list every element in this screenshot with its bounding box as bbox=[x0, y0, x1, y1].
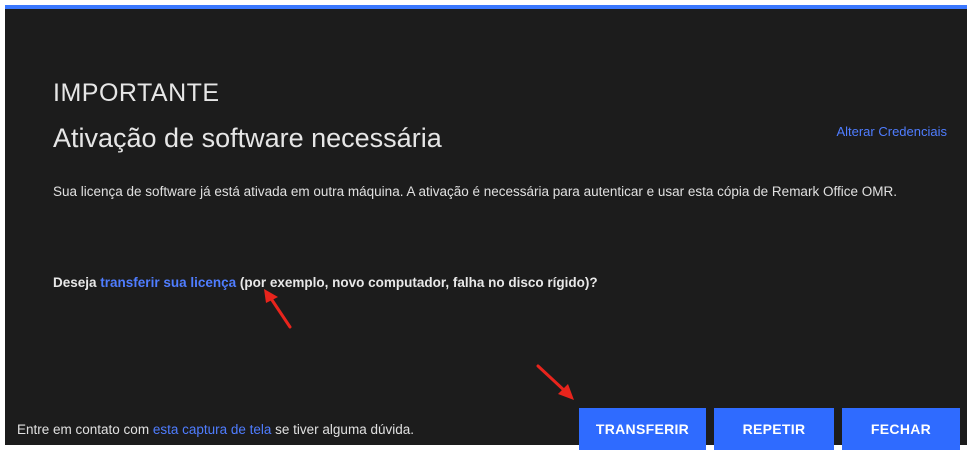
screenshot-link[interactable]: esta captura de tela bbox=[153, 422, 272, 437]
question-suffix: (por exemplo, novo computador, falha no … bbox=[236, 275, 598, 290]
transfer-question: Deseja transferir sua licença (por exemp… bbox=[53, 275, 598, 290]
contact-footer: Entre em contato com esta captura de tel… bbox=[17, 422, 414, 437]
change-credentials-link[interactable]: Alterar Credenciais bbox=[836, 124, 947, 139]
red-arrow-icon bbox=[264, 289, 292, 329]
retry-button[interactable]: REPETIR bbox=[714, 408, 834, 450]
transfer-license-link[interactable]: transferir sua licença bbox=[100, 275, 236, 290]
footer-suffix: se tiver alguma dúvida. bbox=[271, 422, 414, 437]
red-arrow-icon bbox=[536, 364, 574, 400]
screenshot-frame: IMPORTANTE Ativação de software necessár… bbox=[0, 0, 974, 450]
activation-dialog: IMPORTANTE Ativação de software necessár… bbox=[5, 5, 967, 450]
dialog-title: Ativação de software necessária bbox=[53, 123, 442, 153]
license-message: Sua licença de software já está ativada … bbox=[53, 184, 897, 199]
dialog-heading: IMPORTANTE bbox=[53, 79, 220, 107]
transfer-button[interactable]: TRANSFERIR bbox=[579, 408, 706, 450]
question-prefix: Deseja bbox=[53, 275, 101, 290]
footer-prefix: Entre em contato com bbox=[17, 422, 153, 437]
close-button[interactable]: FECHAR bbox=[842, 408, 960, 450]
